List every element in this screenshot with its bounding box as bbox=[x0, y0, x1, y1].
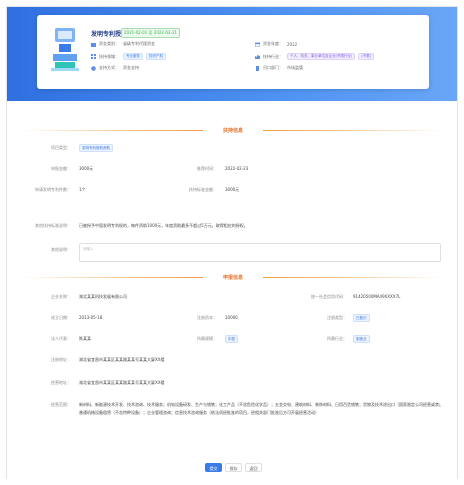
building-icon bbox=[256, 65, 259, 71]
reg-type-label: 注册类型： bbox=[327, 315, 347, 320]
project-summary-card: 发明专利授权资助 2021-02-01 至 2022-02-21 资金类别： 省… bbox=[37, 15, 429, 89]
department-row: 归口部门： 市场监管 bbox=[255, 65, 303, 71]
other-standard-label: 其他扶持标准说明： bbox=[35, 223, 71, 228]
apply-amount-value: 3000元 bbox=[79, 166, 94, 171]
found-date-label: 成立日期： bbox=[51, 315, 71, 320]
save-button[interactable]: 保存 bbox=[225, 463, 242, 472]
patent-count-value: 1个 bbox=[79, 187, 86, 192]
submit-button[interactable]: 提交 bbox=[205, 463, 222, 472]
support-industry-tag: (不限) bbox=[358, 53, 374, 60]
legal-rep-value: 陈某某 bbox=[79, 336, 91, 341]
project-type-chip[interactable]: 发明专利授权资助 bbox=[79, 144, 113, 152]
credit-code-value: 91420500MA49XXXX7L bbox=[353, 294, 401, 299]
calendar-icon bbox=[255, 42, 260, 47]
industry-label: 所属行业： bbox=[327, 336, 347, 341]
page-frame: 发明专利授权资助 2021-02-01 至 2022-02-21 资金类别： 省… bbox=[6, 6, 458, 480]
fund-category-value: 省级专利代理资金 bbox=[123, 41, 155, 46]
scale-chip: 中型 bbox=[225, 335, 238, 343]
support-info-section-header: 扶持信息 bbox=[21, 126, 445, 134]
support-standard-value: 3000元 bbox=[225, 187, 240, 192]
reg-type-chip: 已登记 bbox=[353, 314, 370, 322]
business-scope-label: 经营范围： bbox=[51, 402, 71, 407]
section-title: 扶持信息 bbox=[222, 128, 243, 134]
legal-rep-label: 法人代表： bbox=[51, 336, 71, 341]
op-address-label: 经营地址： bbox=[51, 380, 71, 385]
project-illustration-icon bbox=[51, 28, 79, 71]
apply-amount-label: 申报金额： bbox=[51, 166, 71, 171]
industry-icon bbox=[255, 55, 260, 59]
section-title: 申报信息 bbox=[222, 275, 243, 281]
applicant-info-section-header: 申报信息 bbox=[21, 273, 445, 281]
support-field-tag: 专业服务 bbox=[123, 53, 143, 60]
business-scope-line-1: 新材料、新能源技术开发、技术咨询、技术服务；机电设备研发、生产与销售；化工产品（… bbox=[79, 402, 441, 407]
recommend-date-value: 2022-02-23 bbox=[225, 166, 249, 171]
fund-year-value: 2022 bbox=[287, 41, 298, 47]
patent-count-label: 申请发明专利件数： bbox=[35, 187, 71, 192]
credit-code-label: 统一社会信用代码： bbox=[311, 294, 347, 299]
business-scope-line-2: 普通机械设备租赁（不含特种设备）；企业管理咨询；信息技术咨询服务（依法须经批准的… bbox=[79, 410, 319, 415]
fund-year-row: 资金年度： 2022 bbox=[255, 41, 297, 47]
grid-icon bbox=[91, 54, 96, 59]
company-name-label: 企业名称： bbox=[51, 294, 71, 299]
support-method-row: 支持方式： 资金支持 bbox=[91, 65, 139, 71]
scale-label: 所属规模： bbox=[197, 336, 217, 341]
application-form: 扶持信息 项目类型： 发明专利授权资助 申报金额： 3000元 推荐时间： 20… bbox=[7, 101, 457, 480]
back-button[interactable]: 返回 bbox=[245, 463, 262, 472]
support-field-row: 扶持领域： 专业服务 知识产权 bbox=[91, 53, 169, 60]
folder-icon bbox=[91, 42, 96, 47]
project-type-label: 项目类型： bbox=[51, 145, 71, 150]
company-name-value: 湖北某某科技发展有限公司 bbox=[79, 294, 127, 299]
date-range-badge: 2021-02-01 至 2022-02-21 bbox=[121, 28, 181, 38]
coin-icon bbox=[91, 65, 96, 71]
found-date-value: 2013-05-18 bbox=[79, 315, 103, 320]
other-standard-value: 已被授予中国发明专利权的，每件资助1000元，年度资助最多不超过5万元，取得相应… bbox=[79, 223, 248, 228]
capital-label: 注册资本： bbox=[197, 315, 217, 320]
department-value: 市场监管 bbox=[287, 65, 303, 70]
support-standard-label: 扶持标准金额： bbox=[189, 187, 217, 192]
op-address-value: 湖北省宜昌市某某区某某路某某号某某大厦XX楼 bbox=[79, 380, 165, 385]
support-method-value: 资金支持 bbox=[123, 65, 139, 70]
reg-address-label: 注册地址： bbox=[51, 357, 71, 362]
support-field-tag: 知识产权 bbox=[146, 53, 166, 60]
support-industry-row: 扶持行业： 个人、机关、事业单位及企业(不限行业) (不限) bbox=[255, 53, 377, 60]
fund-category-row: 资金类别： 省级专利代理资金 bbox=[91, 41, 155, 47]
support-industry-tag: 个人、机关、事业单位及企业(不限行业) bbox=[287, 53, 356, 60]
reg-address-value: 湖北省宜昌市某某区某某路某某号某某大厦XX楼 bbox=[79, 357, 165, 362]
capital-value: 10000 bbox=[225, 315, 238, 320]
other-remark-textarea[interactable]: 请输入 bbox=[79, 243, 441, 262]
textarea-placeholder: 请输入 bbox=[83, 247, 94, 251]
other-remark-label: 其他说明： bbox=[51, 247, 71, 252]
recommend-date-label: 推荐时间： bbox=[197, 166, 217, 171]
industry-chip: 制造业 bbox=[353, 335, 370, 343]
